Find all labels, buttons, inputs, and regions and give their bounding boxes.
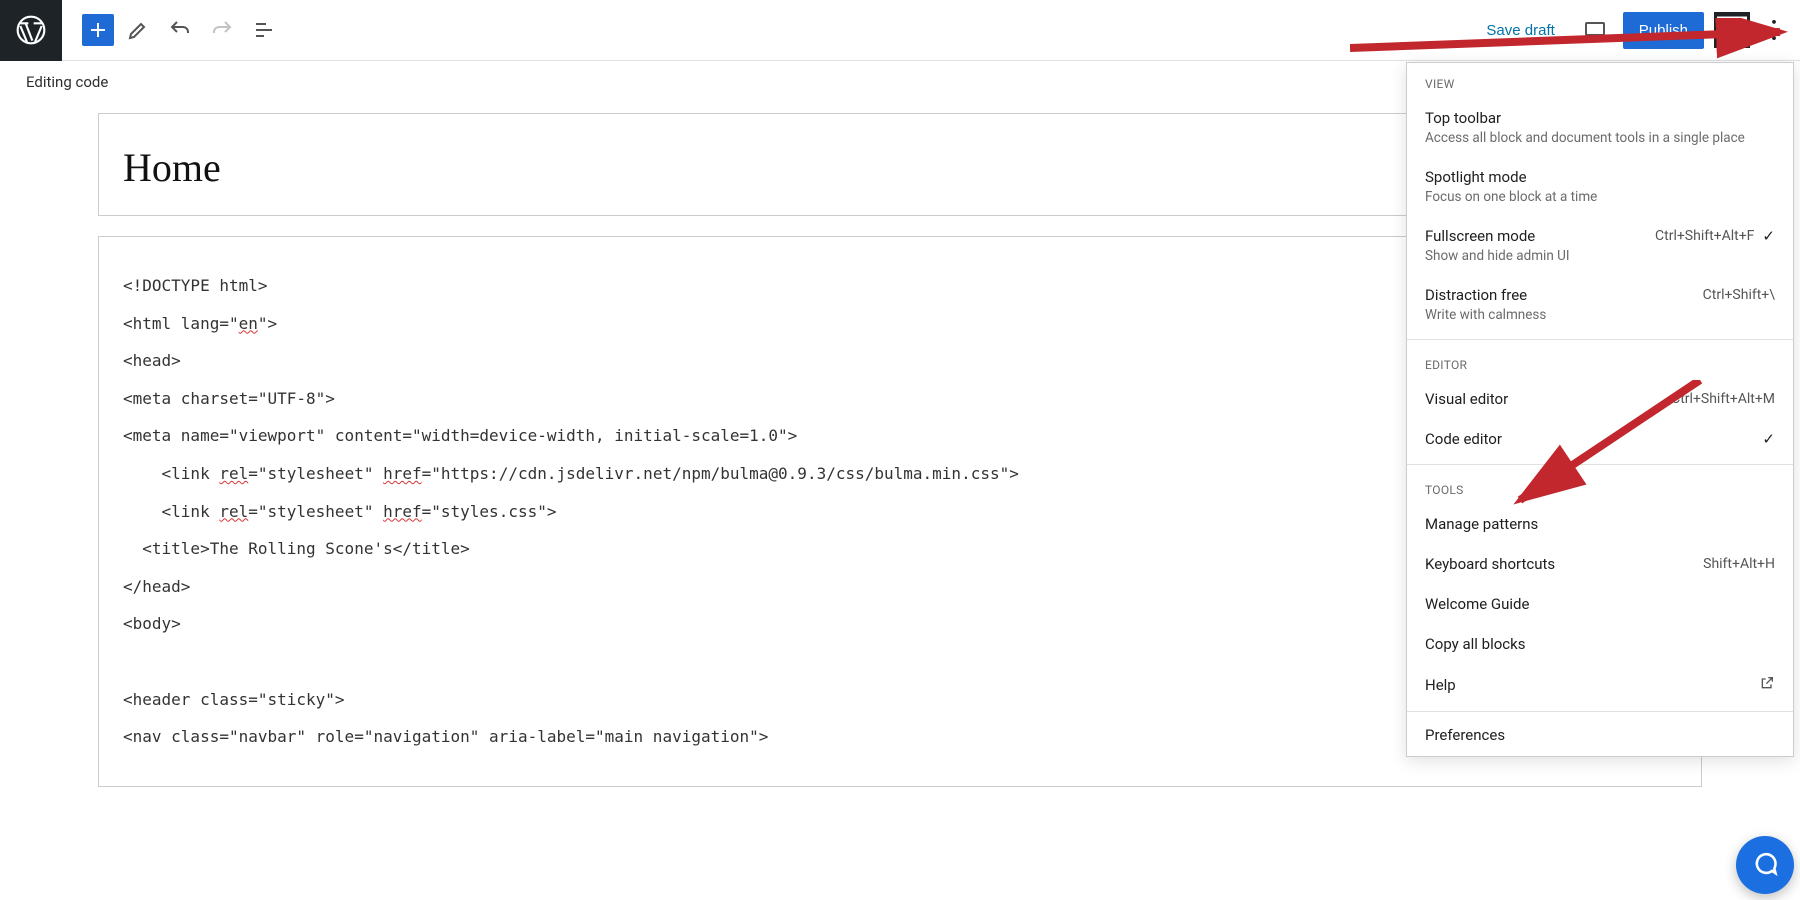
menu-help[interactable]: Help [1407,665,1793,707]
edit-tool-button[interactable] [120,12,156,48]
check-icon: ✓ [1762,227,1775,245]
redo-button[interactable] [204,12,240,48]
menu-copy-all-blocks[interactable]: Copy all blocks [1407,625,1793,665]
check-icon: ✓ [1762,430,1775,448]
external-link-icon [1759,675,1775,695]
menu-top-toolbar[interactable]: Top toolbar Access all block and documen… [1407,99,1793,158]
editing-code-label: Editing code [26,73,108,91]
menu-fullscreen-mode[interactable]: Fullscreen mode Ctrl+Shift+Alt+F ✓ Show … [1407,217,1793,276]
menu-separator [1407,339,1793,340]
menu-section-editor: EDITOR [1407,344,1793,380]
menu-separator [1407,711,1793,712]
menu-section-view: VIEW [1407,63,1793,99]
menu-welcome-guide[interactable]: Welcome Guide [1407,585,1793,625]
annotation-arrow-code-editor [1500,380,1720,520]
toolbar-left-group [62,12,282,48]
document-overview-button[interactable] [246,12,282,48]
menu-spotlight-mode[interactable]: Spotlight mode Focus on one block at a t… [1407,158,1793,217]
menu-preferences[interactable]: Preferences [1407,716,1793,756]
menu-keyboard-shortcuts[interactable]: Keyboard shortcuts Shift+Alt+H [1407,545,1793,585]
add-block-button[interactable] [82,14,114,46]
wordpress-logo[interactable] [0,0,62,61]
annotation-arrow-top [1350,18,1800,68]
chat-bubble-button[interactable] [1736,836,1794,894]
undo-button[interactable] [162,12,198,48]
menu-distraction-free[interactable]: Distraction free Ctrl+Shift+\ Write with… [1407,276,1793,335]
